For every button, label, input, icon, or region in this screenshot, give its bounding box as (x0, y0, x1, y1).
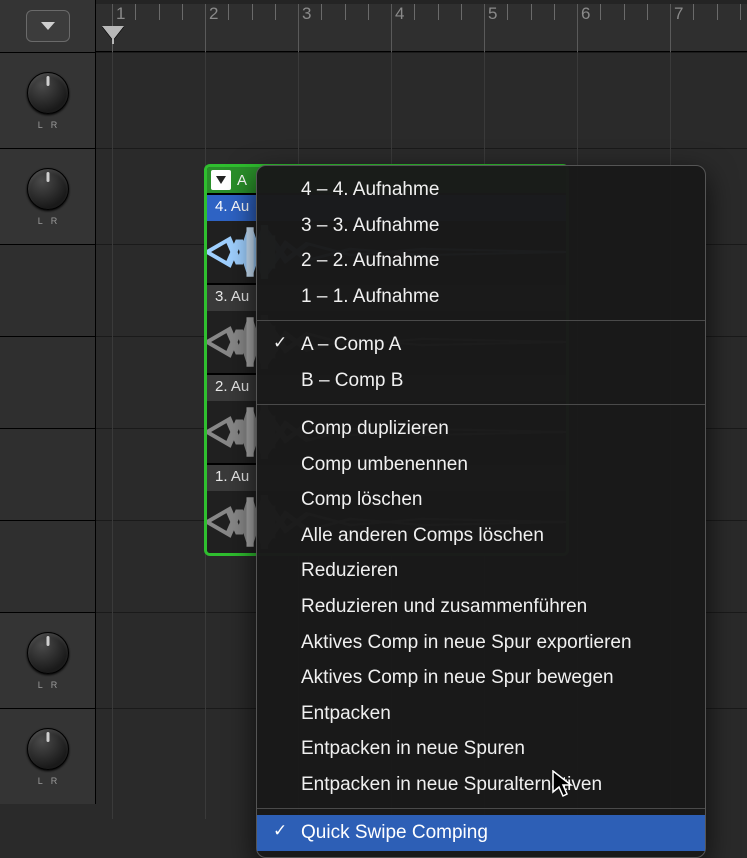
menu-item[interactable]: Reduzieren (257, 553, 705, 589)
menu-item[interactable]: Entpacken in neue Spuren (257, 731, 705, 767)
ruler-bar-number: 7 (674, 4, 683, 24)
tool-dropdown[interactable] (26, 10, 70, 42)
menu-item[interactable]: B – Comp B (257, 363, 705, 399)
track-header-column: LR LR LR LR (0, 52, 96, 819)
menu-item[interactable]: Aktives Comp in neue Spur bewegen (257, 660, 705, 696)
menu-item[interactable]: 4 – 4. Aufnahme (257, 172, 705, 208)
menu-item[interactable]: 3 – 3. Aufnahme (257, 208, 705, 244)
pan-labels: LR (38, 120, 66, 130)
top-strip: 1 2 3 4 5 6 7 (0, 0, 747, 52)
menu-item[interactable]: 1 – 1. Aufnahme (257, 279, 705, 315)
menu-item[interactable]: Entpacken (257, 696, 705, 732)
menu-separator (257, 320, 705, 321)
menu-item[interactable]: A – Comp A (257, 327, 705, 363)
menu-item[interactable]: Reduzieren und zusammenführen (257, 589, 705, 625)
pan-knob[interactable] (27, 168, 69, 210)
menu-item[interactable]: Alle anderen Comps löschen (257, 518, 705, 554)
timeline-ruler[interactable]: 1 2 3 4 5 6 7 (96, 0, 747, 52)
menu-separator (257, 404, 705, 405)
pan-knob[interactable] (27, 728, 69, 770)
toolbar-cell (0, 0, 96, 52)
ruler-bar-number: 2 (209, 4, 218, 24)
track-lane[interactable] (0, 428, 96, 520)
ruler-bar-number: 1 (116, 4, 125, 24)
menu-item[interactable]: Entpacken in neue Spuralternativen (257, 767, 705, 803)
take-folder-label: A (237, 172, 247, 189)
track-header[interactable]: LR (0, 148, 96, 244)
track-header[interactable]: LR (0, 612, 96, 708)
menu-item[interactable]: Comp duplizieren (257, 411, 705, 447)
track-lane[interactable] (0, 520, 96, 612)
track-header[interactable]: LR (0, 708, 96, 804)
pan-labels: LR (38, 680, 66, 690)
menu-separator (257, 808, 705, 809)
pan-labels: LR (38, 216, 66, 226)
playhead[interactable] (102, 26, 124, 40)
track-lane[interactable] (0, 336, 96, 428)
ruler-bar-number: 4 (395, 4, 404, 24)
track-header[interactable]: LR (0, 52, 96, 148)
menu-item[interactable]: Aktives Comp in neue Spur exportieren (257, 625, 705, 661)
menu-item[interactable]: Quick Swipe Comping (257, 815, 705, 851)
menu-item[interactable]: 2 – 2. Aufnahme (257, 243, 705, 279)
pan-labels: LR (38, 776, 66, 786)
disclosure-triangle-icon[interactable] (211, 170, 231, 190)
pan-knob[interactable] (27, 632, 69, 674)
ruler-bar-number: 3 (302, 4, 311, 24)
menu-item[interactable]: Comp löschen (257, 482, 705, 518)
take-folder-context-menu[interactable]: 4 – 4. Aufnahme3 – 3. Aufnahme2 – 2. Auf… (256, 165, 706, 858)
chevron-down-icon (40, 21, 56, 31)
ruler-bar-number: 6 (581, 4, 590, 24)
menu-item[interactable]: Comp umbenennen (257, 447, 705, 483)
pan-knob[interactable] (27, 72, 69, 114)
ruler-bar-number: 5 (488, 4, 497, 24)
track-lane[interactable] (0, 244, 96, 336)
